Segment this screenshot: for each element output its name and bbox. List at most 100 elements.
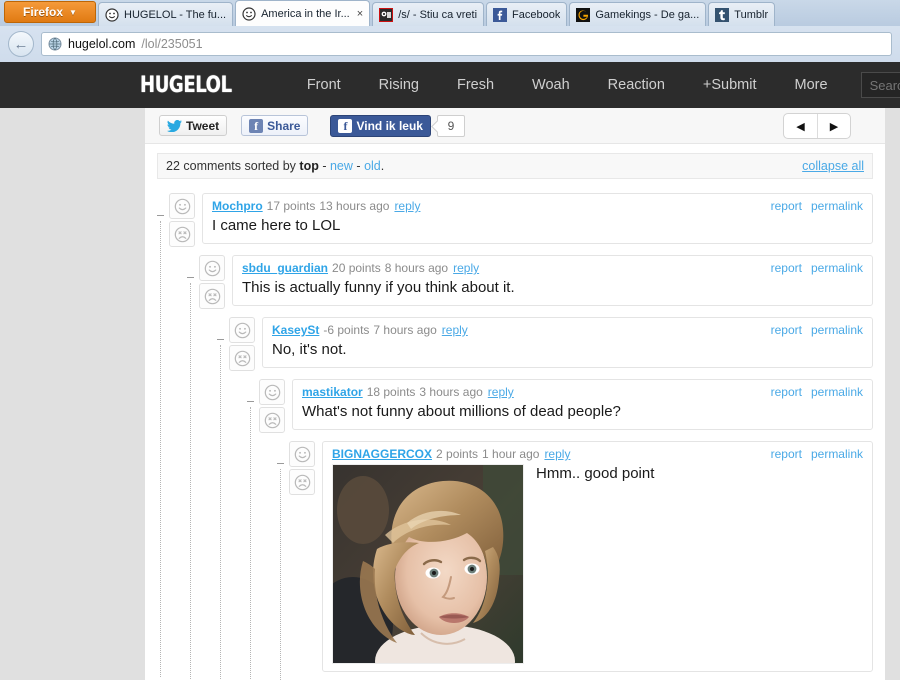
nav-item-more[interactable]: More [776,77,847,93]
comment-age: 13 hours ago [319,199,390,213]
comment-author[interactable]: Mochpro [212,199,263,213]
report-link[interactable]: report [771,447,802,461]
facebook-like-button[interactable]: f Vind ik leuk [330,114,431,137]
upvote-smiley-button[interactable] [229,317,255,343]
comment-image[interactable] [332,464,524,664]
comment-body-box: BIGNAGGERCOX 2 points 1 hour ago reply r… [322,441,873,672]
tab-title: America in the Ir... [261,7,350,20]
firefox-menu-label: Firefox [23,5,64,19]
upvote-smiley-button[interactable] [169,193,195,219]
firefox-menu-button[interactable]: Firefox ▼ [4,1,96,23]
reply-link[interactable]: reply [453,261,479,275]
collapse-toggle[interactable] [217,339,224,340]
nav-item-fresh[interactable]: Fresh [438,77,513,93]
facebook-share-button[interactable]: f Share [241,115,309,136]
permalink-link[interactable]: permalink [811,323,863,337]
comment-meta: sbdu_guardian 20 points 8 hours ago repl… [242,261,863,275]
thread-line [160,221,161,677]
gamekings-favicon-icon [576,7,591,22]
comment-text: This is actually funny if you think abou… [242,279,515,296]
comment-text: No, it's not. [272,341,347,358]
tab-title: /s/ - Stiu ca vreti [398,8,478,21]
browser-tab-fourchan[interactable]: /s/ - Stiu ca vreti [372,2,485,26]
permalink-link[interactable]: permalink [811,261,863,275]
comment-points: 17 points [266,199,316,213]
twitter-bird-icon [167,119,182,132]
comment-author[interactable]: mastikator [302,385,363,399]
downvote-frowny-button[interactable] [259,407,285,433]
nav-item-reaction[interactable]: Reaction [589,77,684,93]
browser-tab-tumblr[interactable]: Tumblr [708,2,776,26]
tweet-button[interactable]: Tweet [159,115,228,136]
comment-author[interactable]: sbdu_guardian [242,261,328,275]
url-host: hugelol.com [68,37,136,51]
reply-link[interactable]: reply [544,447,570,461]
thread-line [250,407,251,680]
collapse-toggle[interactable] [187,277,194,278]
site-logo[interactable]: HUGELOL [140,73,232,98]
comment-points: 20 points [332,261,381,275]
previous-post-button[interactable]: ◀ [784,114,817,138]
upvote-smiley-button[interactable] [199,255,225,281]
comment-body-box: Mochpro 17 points 13 hours ago reply rep… [202,193,873,245]
back-button[interactable]: ← [8,31,34,57]
browser-tab-facebook[interactable]: Facebook [486,2,568,26]
reply-link[interactable]: reply [394,199,420,213]
content-column: Tweet f Share f Vind ik leuk 9 ◀ ▶ 22 co… [145,108,885,680]
reply-link[interactable]: reply [442,323,468,337]
site-nav: Front Rising Fresh Woah Reaction +Submit… [288,77,847,93]
collapse-toggle[interactable] [277,463,284,464]
nav-item-submit[interactable]: +Submit [684,77,776,93]
sort-current: top [299,159,319,173]
chevron-down-icon: ▼ [69,7,77,17]
vote-buttons [289,441,315,495]
thread-line [190,283,191,680]
sort-old-link[interactable]: old [364,159,381,173]
tab-strip: Firefox ▼ HUGELOL - The fu... America in… [0,0,900,26]
browser-tab-gamekings[interactable]: Gamekings - De ga... [569,2,707,26]
upvote-smiley-button[interactable] [259,379,285,405]
fourchan-favicon-icon [379,7,394,22]
downvote-frowny-button[interactable] [289,469,315,495]
post-pager: ◀ ▶ [783,113,851,139]
comment-author[interactable]: BIGNAGGERCOX [332,447,432,461]
nav-item-woah[interactable]: Woah [513,77,589,93]
back-arrow-icon: ← [13,35,29,53]
vote-buttons [169,193,195,247]
downvote-frowny-button[interactable] [229,345,255,371]
tab-title: Tumblr [734,8,769,21]
thread-line [220,345,221,680]
next-post-button[interactable]: ▶ [817,114,850,138]
downvote-frowny-button[interactable] [169,221,195,247]
tab-title: HUGELOL - The fu... [124,8,227,21]
collapse-all-link[interactable]: collapse all [802,159,864,173]
report-link[interactable]: report [771,385,802,399]
comment-actions: report permalink [771,385,863,399]
comment-author[interactable]: KaseySt [272,323,319,337]
browser-tab-america-active[interactable]: America in the Ir... × [235,0,371,26]
globe-icon [48,37,62,51]
report-link[interactable]: report [771,261,802,275]
permalink-link[interactable]: permalink [811,385,863,399]
comment-actions: report permalink [771,199,863,213]
nav-item-front[interactable]: Front [288,77,360,93]
report-link[interactable]: report [771,323,802,337]
reply-link[interactable]: reply [488,385,514,399]
close-icon[interactable]: × [357,8,363,20]
browser-tab-hugelol[interactable]: HUGELOL - The fu... [98,2,234,26]
nav-item-rising[interactable]: Rising [360,77,438,93]
collapse-toggle[interactable] [157,215,164,216]
search-input[interactable] [860,72,900,98]
upvote-smiley-button[interactable] [289,441,315,467]
report-link[interactable]: report [771,199,802,213]
sort-new-link[interactable]: new [330,159,353,173]
collapse-toggle[interactable] [247,401,254,402]
facebook-favicon-icon [493,7,508,22]
permalink-link[interactable]: permalink [811,447,863,461]
address-bar[interactable]: hugelol.com/lol/235051 [41,32,892,56]
comment-age: 1 hour ago [482,447,540,461]
tumblr-favicon-icon [715,7,730,22]
permalink-link[interactable]: permalink [811,199,863,213]
downvote-frowny-button[interactable] [199,283,225,309]
vote-buttons [259,379,285,433]
